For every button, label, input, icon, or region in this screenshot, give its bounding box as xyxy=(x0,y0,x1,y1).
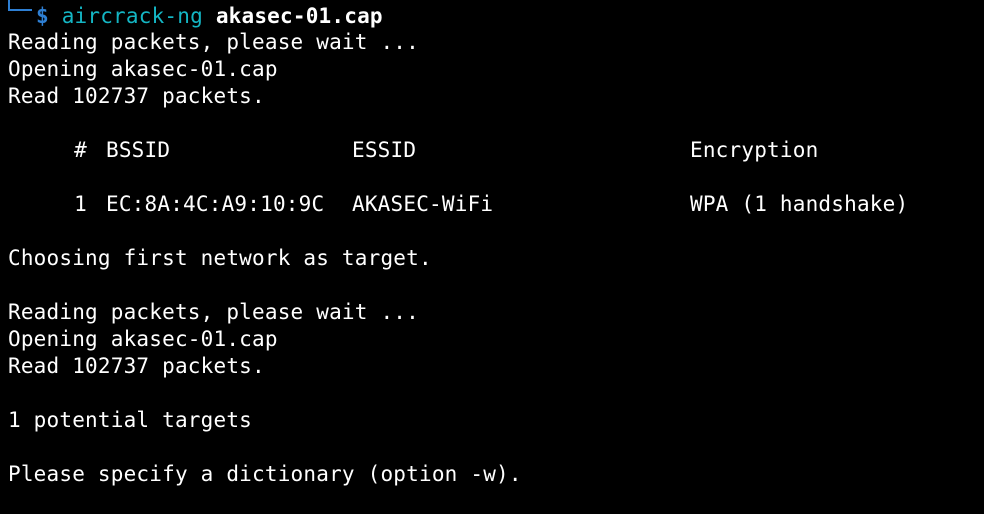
row-essid: AKASEC-WiFi xyxy=(352,192,494,216)
table-row: 1 EC:8A:4C:A9:10:9C AKASEC-WiFi WPA (1 hand… xyxy=(8,191,984,218)
output-targets: 1 potential targets xyxy=(8,408,253,432)
prompt-symbol: $ xyxy=(36,4,49,28)
command-argument: akasec-01.cap xyxy=(215,4,383,28)
prompt-line: $ aircrack-ng akasec-01.cap xyxy=(8,0,984,29)
prompt-corner-icon xyxy=(8,0,32,11)
terminal-window[interactable]: $ aircrack-ng akasec-01.cap Reading pack… xyxy=(0,0,984,514)
command-name: aircrack-ng xyxy=(61,4,203,28)
output-dictionary-message: Please specify a dictionary (option -w). xyxy=(8,462,522,486)
row-bssid: EC:8A:4C:A9:10:9C xyxy=(106,192,325,216)
output-reading-2: Reading packets, please wait ... xyxy=(8,300,419,324)
header-bssid: BSSID xyxy=(106,138,171,162)
header-essid: ESSID xyxy=(352,138,417,162)
output-read-1: Read 102737 packets. xyxy=(8,84,265,108)
row-num: 1 xyxy=(74,192,87,216)
header-encryption: Encryption xyxy=(690,138,819,162)
output-choosing: Choosing first network as target. xyxy=(8,246,432,270)
table-header-row: # BSSID ESSID Encryption xyxy=(8,137,984,164)
output-read-2: Read 102737 packets. xyxy=(8,354,265,378)
output-opening-1: Opening akasec-01.cap xyxy=(8,57,278,81)
output-opening-2: Opening akasec-01.cap xyxy=(8,327,278,351)
header-num: # xyxy=(74,138,87,162)
row-encryption: WPA (1 handshake) xyxy=(690,192,909,216)
output-reading-1: Reading packets, please wait ... xyxy=(8,30,419,54)
